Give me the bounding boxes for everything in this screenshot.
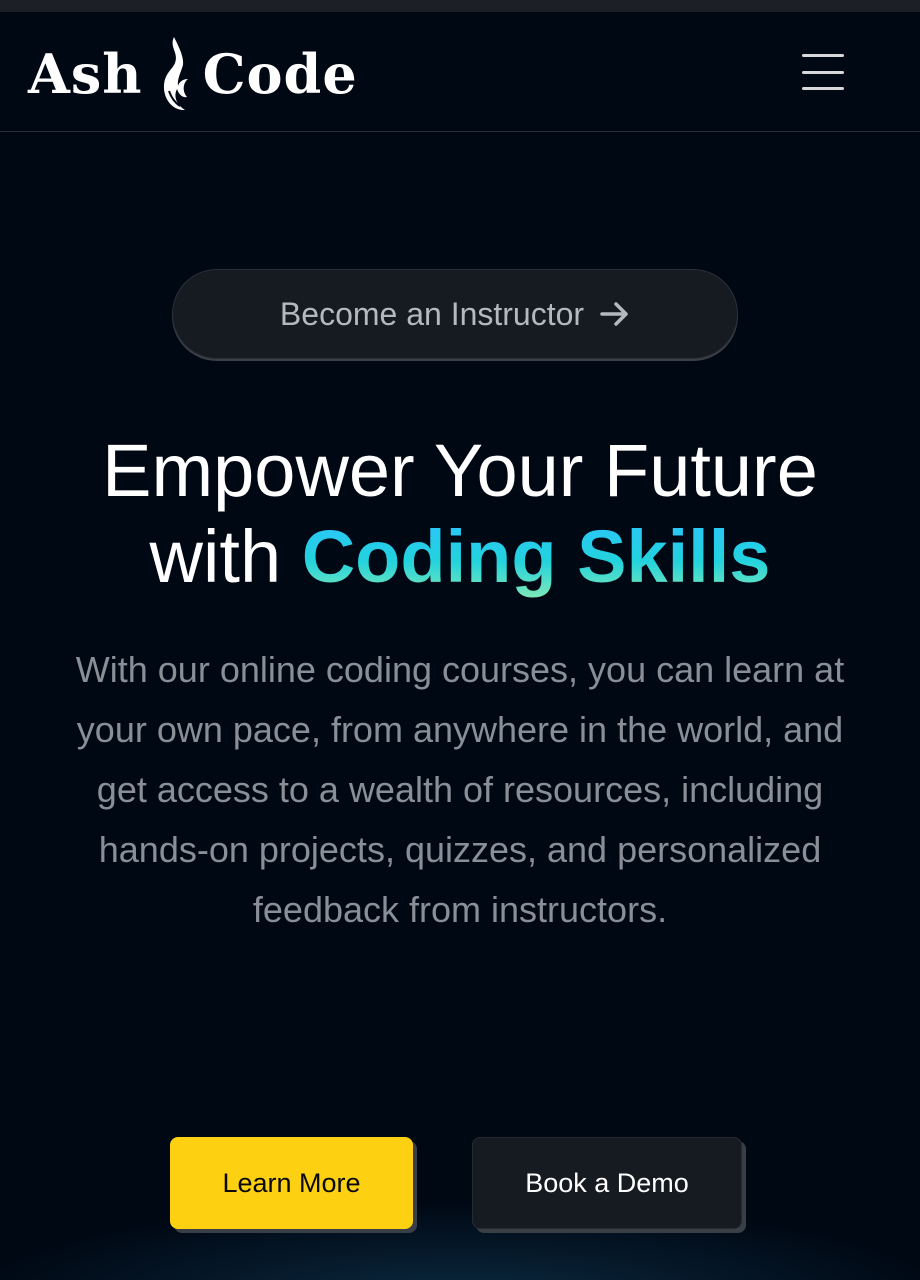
menu-line-bottom (802, 87, 844, 90)
become-instructor-button[interactable]: Become an Instructor (172, 269, 738, 359)
headline-accent: Coding Skills (301, 515, 771, 598)
status-strip (0, 0, 920, 12)
flame-feather-icon (163, 37, 188, 111)
menu-line-top (802, 54, 844, 57)
navbar: Ash Code (0, 12, 920, 132)
logo-link[interactable]: Ash Code (28, 34, 358, 114)
headline-line1: Empower Your Future (102, 429, 818, 512)
arrow-right-icon (600, 302, 628, 326)
book-demo-button[interactable]: Book a Demo (472, 1137, 742, 1229)
logo-text-ash: Ash (28, 42, 143, 106)
hero-description: With our online coding courses, you can … (75, 649, 845, 930)
menu-line-middle (802, 70, 844, 74)
page: Ash Code Become an Instructor Empower Yo… (0, 0, 920, 1280)
logo-text-code: Code (202, 42, 358, 106)
headline-prefix: with (149, 515, 282, 598)
hero-headline: Empower Your Future with Coding Skills (0, 428, 920, 600)
become-instructor-label: Become an Instructor (279, 295, 585, 332)
hamburger-menu-icon[interactable] (800, 52, 846, 92)
learn-more-button[interactable]: Learn More (170, 1137, 413, 1229)
